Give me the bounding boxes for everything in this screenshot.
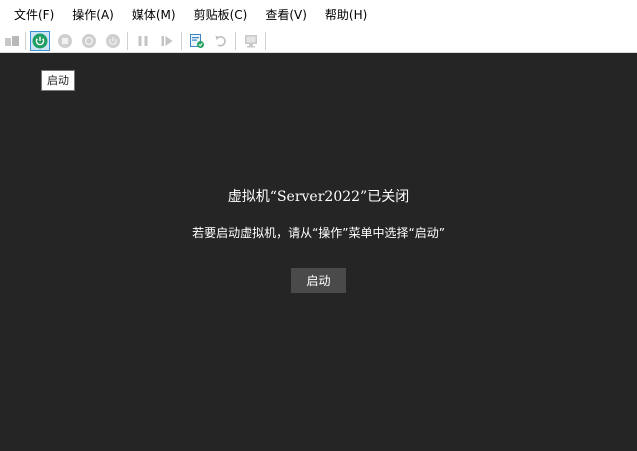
save-state-icon <box>106 34 120 48</box>
enhanced-session-button[interactable] <box>241 31 261 51</box>
menu-view[interactable]: 查看(V) <box>256 4 316 26</box>
revert-button[interactable] <box>211 31 231 51</box>
ctrl-alt-del-icon <box>5 36 19 46</box>
resume-button[interactable] <box>157 31 177 51</box>
enhanced-session-icon <box>245 35 257 48</box>
toolbar-separator <box>235 32 236 50</box>
checkpoint-icon <box>190 34 204 48</box>
start-tooltip: 启动 <box>41 70 75 91</box>
resume-icon <box>161 36 173 46</box>
menu-clipboard[interactable]: 剪贴板(C) <box>185 4 257 26</box>
save-state-button[interactable] <box>103 31 123 51</box>
revert-icon <box>215 35 226 47</box>
shutdown-icon <box>82 34 96 48</box>
vm-status-hint: 若要启动虚拟机，请从“操作”菜单中选择“启动” <box>192 226 445 240</box>
vm-status-title: 虚拟机“Server2022”已关闭 <box>227 189 410 205</box>
start-button[interactable]: 启动 <box>291 268 346 293</box>
toolbar <box>0 29 637 53</box>
pause-button[interactable] <box>133 31 153 51</box>
ctrl-alt-del-button[interactable] <box>2 31 22 51</box>
menu-media[interactable]: 媒体(M) <box>123 4 185 26</box>
toolbar-separator <box>25 32 26 50</box>
power-on-icon <box>32 33 48 49</box>
menu-file[interactable]: 文件(F) <box>5 4 63 26</box>
turn-off-button[interactable] <box>55 31 75 51</box>
shutdown-button[interactable] <box>79 31 99 51</box>
turn-off-icon <box>58 34 72 48</box>
start-toolbar-button[interactable] <box>30 31 50 51</box>
toolbar-separator <box>265 32 266 50</box>
toolbar-separator <box>127 32 128 50</box>
menu-bar: 文件(F) 操作(A) 媒体(M) 剪贴板(C) 查看(V) 帮助(H) <box>0 0 637 29</box>
toolbar-separator <box>181 32 182 50</box>
pause-icon <box>138 36 148 46</box>
menu-action[interactable]: 操作(A) <box>63 4 123 26</box>
menu-help[interactable]: 帮助(H) <box>316 4 376 26</box>
vm-display-area <box>0 53 637 451</box>
checkpoint-button[interactable] <box>187 31 207 51</box>
